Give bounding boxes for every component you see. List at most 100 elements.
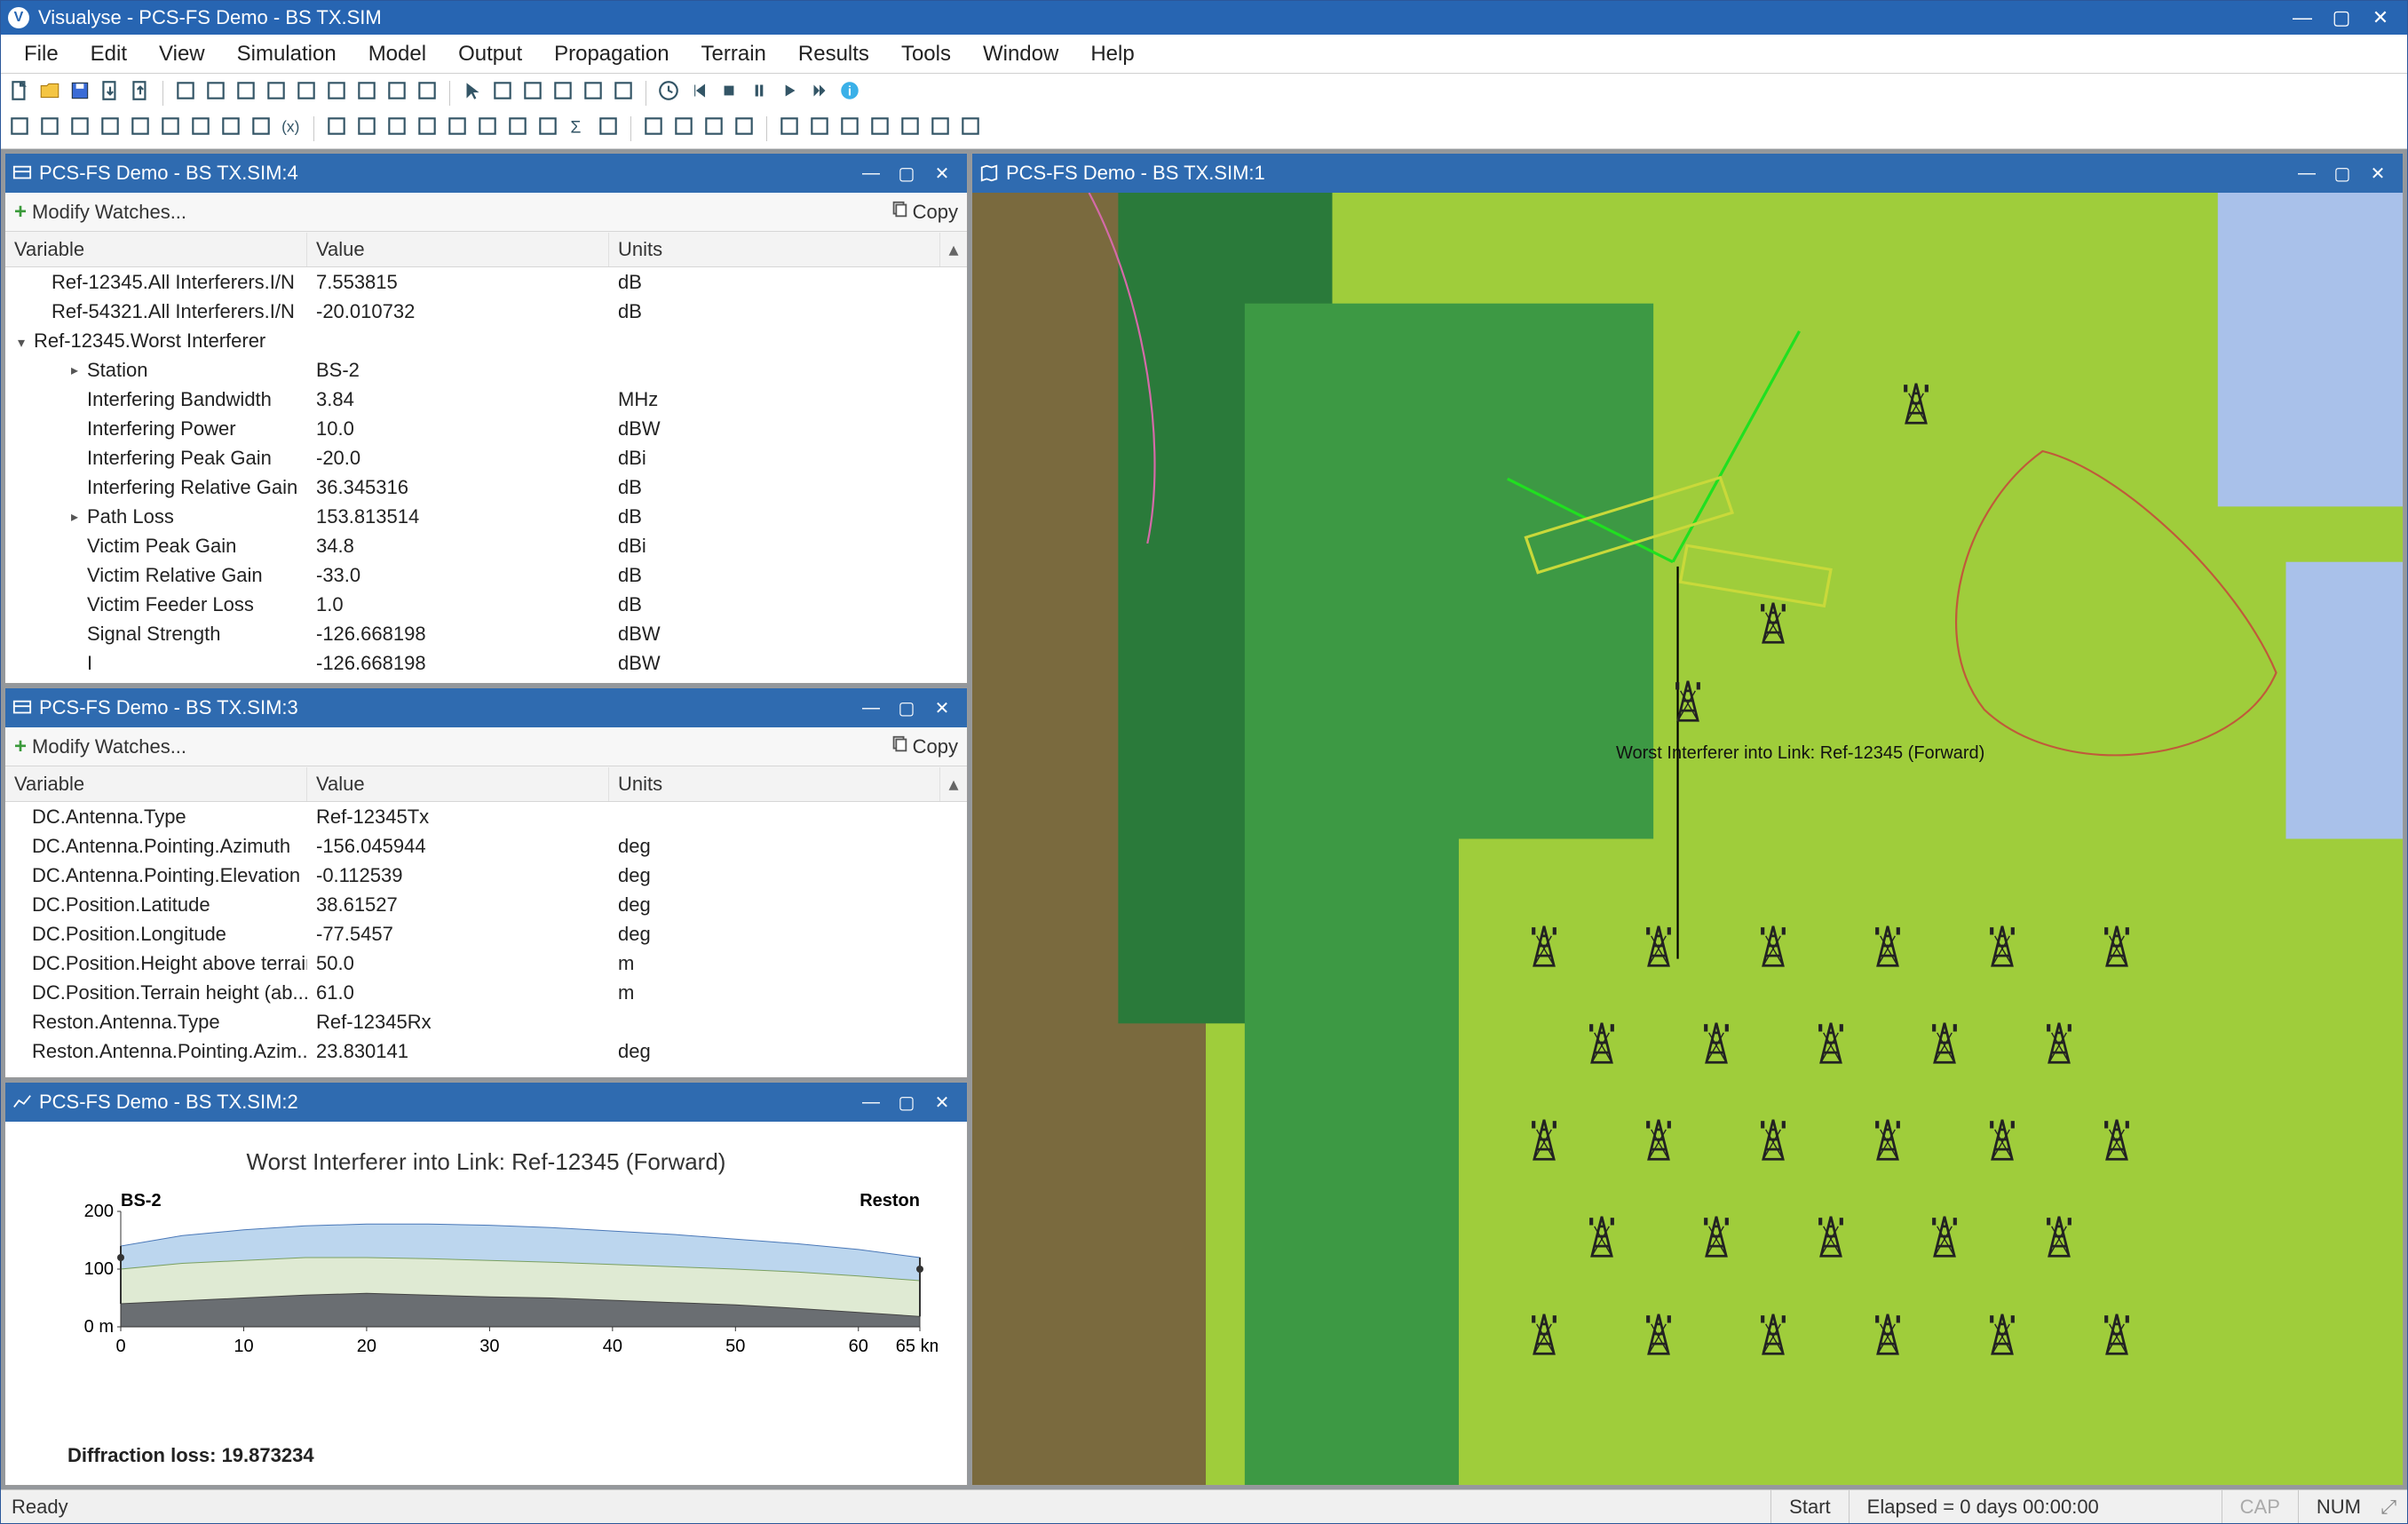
col-value[interactable]: Value: [307, 233, 609, 266]
table-row[interactable]: Reston.Antenna.TypeRef-12345Rx: [5, 1007, 967, 1036]
tower-icon[interactable]: [1644, 1312, 1674, 1356]
menu-view[interactable]: View: [143, 36, 221, 72]
sub-maximize-button[interactable]: ▢: [2325, 163, 2360, 185]
window-cascade-button[interactable]: [172, 80, 199, 107]
tower-icon[interactable]: [2102, 924, 2132, 968]
building-button[interactable]: [957, 115, 984, 142]
subwindow-titlebar[interactable]: PCS-FS Demo - BS TX.SIM:1 — ▢ ✕: [972, 154, 2403, 193]
pattern-grid-button[interactable]: [36, 115, 63, 142]
pause-button[interactable]: [746, 80, 772, 107]
tower-icon[interactable]: [1701, 1020, 1731, 1065]
table-row[interactable]: Victim Feeder Loss1.0dB: [5, 590, 967, 619]
tower-icon[interactable]: [1529, 1117, 1559, 1162]
tower-icon[interactable]: [1929, 1214, 1960, 1258]
branch-button[interactable]: [867, 115, 893, 142]
table-row[interactable]: Ref-12345.All Interferers.I/N7.553815dB: [5, 267, 967, 297]
node-a-button[interactable]: [218, 115, 244, 142]
table-row[interactable]: Victim Relative Gain-33.0dB: [5, 560, 967, 590]
sub-minimize-button[interactable]: —: [853, 1092, 889, 1113]
tower-icon[interactable]: [1873, 924, 1903, 968]
menu-help[interactable]: Help: [1074, 36, 1150, 72]
line-angle-button[interactable]: [127, 115, 154, 142]
menu-results[interactable]: Results: [782, 36, 885, 72]
table-row[interactable]: DC.Position.Longitude-77.5457deg: [5, 919, 967, 949]
menu-edit[interactable]: Edit: [75, 36, 143, 72]
menu-simulation[interactable]: Simulation: [221, 36, 352, 72]
sub-close-button[interactable]: ✕: [924, 163, 960, 185]
tower-icon[interactable]: [2044, 1214, 2074, 1258]
sigma-path-button[interactable]: [187, 115, 214, 142]
tower-icon[interactable]: [1816, 1020, 1846, 1065]
tower-icon[interactable]: [1816, 1214, 1846, 1258]
map-canvas[interactable]: Worst Interferer into Link: Ref-12345 (F…: [972, 193, 2403, 1485]
tower-icon[interactable]: [1758, 924, 1788, 968]
table-row[interactable]: DC.Position.Latitude38.61527deg: [5, 890, 967, 919]
tower-icon[interactable]: [1929, 1020, 1960, 1065]
table-row[interactable]: DC.Antenna.Pointing.Elevation-0.112539de…: [5, 861, 967, 890]
table-row[interactable]: Victim Peak Gain34.8dBi: [5, 531, 967, 560]
expander-icon[interactable]: ▸: [67, 508, 82, 526]
modify-watches-button[interactable]: Modify Watches...: [32, 735, 186, 758]
sub-maximize-button[interactable]: ▢: [889, 1091, 924, 1114]
fast-fwd-button[interactable]: [806, 80, 833, 107]
list-view-button[interactable]: [414, 80, 440, 107]
window-grid-button[interactable]: [323, 80, 350, 107]
tower-down-button[interactable]: [384, 115, 410, 142]
col-variable[interactable]: Variable: [5, 767, 307, 801]
sub-close-button[interactable]: ✕: [924, 697, 960, 719]
tower-1-button[interactable]: [323, 115, 350, 142]
run-d-button[interactable]: [535, 115, 561, 142]
zoom-out-button[interactable]: [550, 80, 576, 107]
table-row[interactable]: DC.Position.Height above terrain50.0m: [5, 949, 967, 978]
menu-tools[interactable]: Tools: [885, 36, 967, 72]
subwindow-titlebar[interactable]: PCS-FS Demo - BS TX.SIM:2 — ▢ ✕: [5, 1083, 967, 1122]
window-detach-button[interactable]: [293, 80, 320, 107]
menu-window[interactable]: Window: [967, 36, 1074, 72]
scroll-up-icon[interactable]: ▴: [940, 773, 967, 796]
menu-terrain[interactable]: Terrain: [685, 36, 782, 72]
table-row[interactable]: Interfering Peak Gain-20.0dBi: [5, 443, 967, 472]
table-row[interactable]: DC.Antenna.TypeRef-12345Tx: [5, 802, 967, 831]
tower-icon[interactable]: [1873, 1117, 1903, 1162]
tower-icon[interactable]: [2102, 1117, 2132, 1162]
tower-icon[interactable]: [2044, 1020, 2074, 1065]
table-row[interactable]: Interfering Power10.0dBW: [5, 414, 967, 443]
tower-icon[interactable]: [1587, 1020, 1617, 1065]
cursor-button[interactable]: [459, 80, 486, 107]
tower-icon[interactable]: [1673, 679, 1703, 723]
grid-view-button[interactable]: [384, 80, 410, 107]
tower-array-button[interactable]: [414, 115, 440, 142]
table-row[interactable]: Reston.Antenna.Pointing.Azim...23.830141…: [5, 1036, 967, 1066]
close-button[interactable]: ✕: [2361, 6, 2400, 29]
info-circle-button[interactable]: i: [836, 80, 863, 107]
city-b-button[interactable]: [806, 115, 833, 142]
wrench-button[interactable]: [836, 115, 863, 142]
screen-b-button[interactable]: [670, 115, 697, 142]
sum-button[interactable]: Σ: [565, 115, 591, 142]
antenna-button[interactable]: [6, 115, 33, 142]
bar-chart-button[interactable]: [731, 115, 757, 142]
new-doc-button[interactable]: [6, 80, 33, 107]
node-b-button[interactable]: [248, 115, 274, 142]
tower-icon[interactable]: [1529, 924, 1559, 968]
branch-many-button[interactable]: [897, 115, 923, 142]
window-tile-v-button[interactable]: [202, 80, 229, 107]
tower-icon[interactable]: [1701, 1214, 1731, 1258]
bars-button[interactable]: [67, 115, 93, 142]
export-doc-button[interactable]: [127, 80, 154, 107]
tower-icon[interactable]: [1873, 1312, 1903, 1356]
tower-icon[interactable]: [1987, 1117, 2017, 1162]
tower-icon[interactable]: [1644, 1117, 1674, 1162]
col-variable[interactable]: Variable: [5, 233, 307, 266]
table-row[interactable]: Signal Strength-126.668198dBW: [5, 619, 967, 648]
tower-icon[interactable]: [1758, 1312, 1788, 1356]
menu-propagation[interactable]: Propagation: [538, 36, 685, 72]
save-button[interactable]: [67, 80, 93, 107]
import-doc-button[interactable]: [97, 80, 123, 107]
table-row[interactable]: ▸Path Loss153.813514dB: [5, 502, 967, 531]
screen-c-button[interactable]: [701, 115, 727, 142]
run-b-button[interactable]: [474, 115, 501, 142]
tower-icon[interactable]: [1901, 381, 1931, 425]
scroll-up-icon[interactable]: ▴: [940, 238, 967, 261]
table-row[interactable]: DC.Antenna.Pointing.Azimuth-156.045944de…: [5, 831, 967, 861]
